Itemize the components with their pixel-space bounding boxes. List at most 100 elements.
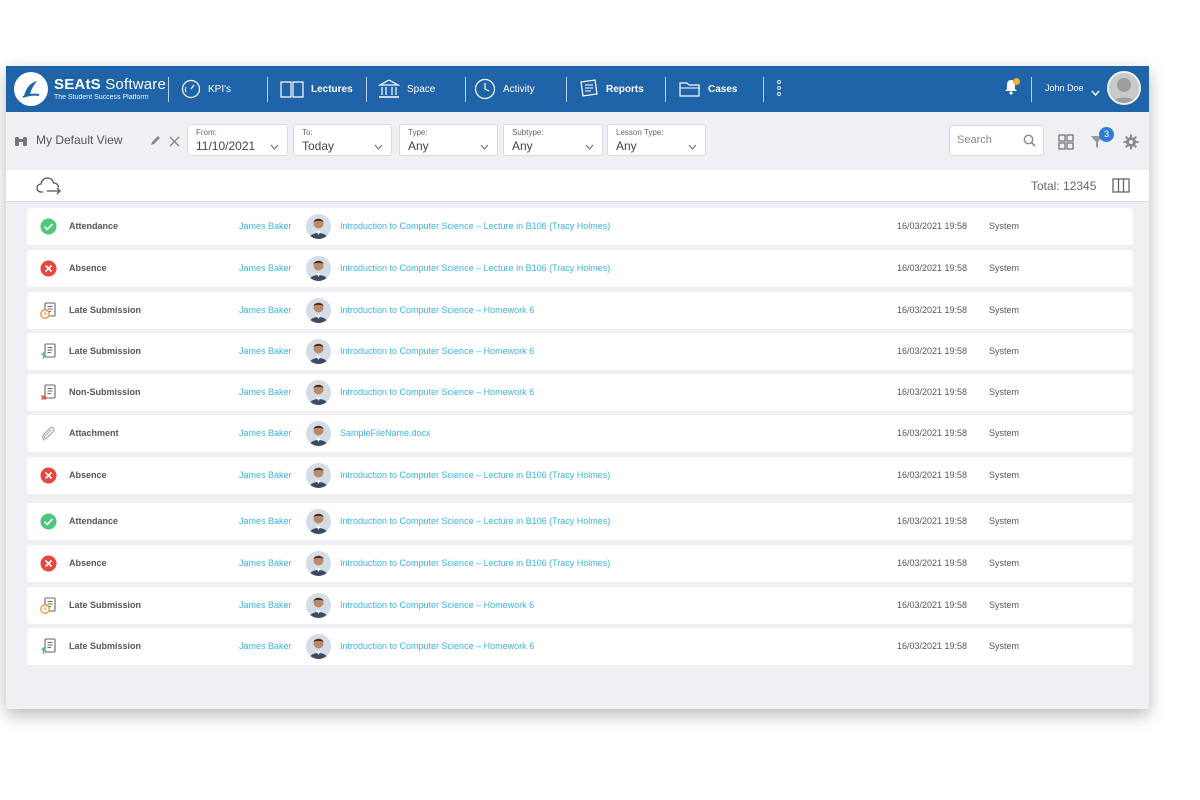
student-avatar[interactable] xyxy=(306,463,331,488)
activity-row[interactable]: Absence James Baker Introduction to Comp… xyxy=(27,545,1133,582)
subtype-select[interactable]: Subtype: Any xyxy=(503,124,603,156)
notification-dot xyxy=(1013,78,1020,85)
user-name[interactable]: John Doe xyxy=(1045,83,1084,93)
student-avatar[interactable] xyxy=(306,214,331,239)
activity-datetime: 16/03/2021 19:58 xyxy=(897,558,968,568)
activity-row[interactable]: Attendance James Baker Introduction to C… xyxy=(27,208,1133,245)
field-value: 11/10/2021 xyxy=(196,139,256,153)
student-link[interactable]: James Baker xyxy=(239,428,292,438)
activity-row[interactable]: Attachment James Baker SampleFileName.do… xyxy=(27,415,1133,452)
activity-type: Late Submission xyxy=(69,346,142,356)
layout-grid-icon[interactable] xyxy=(1058,134,1074,155)
student-avatar[interactable] xyxy=(306,256,331,281)
student-link[interactable]: James Baker xyxy=(239,641,292,651)
chevron-down-icon xyxy=(374,137,383,155)
from-date-field[interactable]: From: 11/10/2021 xyxy=(187,124,288,156)
to-date-field[interactable]: To: Today xyxy=(293,124,392,156)
activity-row[interactable]: Attendance James Baker Introduction to C… xyxy=(27,503,1133,540)
student-link[interactable]: James Baker xyxy=(239,470,292,480)
student-link[interactable]: James Baker xyxy=(239,516,292,526)
activity-description-link[interactable]: Introduction to Computer Science – Homew… xyxy=(340,600,534,610)
nav-label: Lectures xyxy=(311,83,353,95)
late-submission-upload-icon xyxy=(40,638,57,655)
search-input[interactable] xyxy=(957,134,1019,146)
clock-icon xyxy=(474,78,496,100)
search-icon[interactable] xyxy=(1023,134,1036,152)
binoculars-icon xyxy=(14,134,28,152)
chevron-down-icon xyxy=(688,137,697,155)
field-label: To: xyxy=(302,128,313,137)
chevron-down-icon xyxy=(585,137,594,155)
search-box[interactable] xyxy=(949,125,1044,156)
activity-type: Attachment xyxy=(69,428,119,438)
activity-row[interactable]: Non-Submission James Baker Introduction … xyxy=(27,374,1133,411)
activity-source: System xyxy=(989,428,1020,438)
activity-row[interactable]: Late Submission James Baker Introduction… xyxy=(27,333,1133,370)
folder-icon xyxy=(679,80,701,98)
chevron-down-icon xyxy=(480,137,489,155)
student-link[interactable]: James Baker xyxy=(239,600,292,610)
view-name[interactable]: My Default View xyxy=(36,133,122,147)
lesson-type-select[interactable]: Lesson Type: Any xyxy=(607,124,706,156)
nav-item-space[interactable]: Space xyxy=(378,66,435,112)
activity-row[interactable]: Late Submission James Baker Introduction… xyxy=(27,587,1133,624)
activity-source: System xyxy=(989,470,1020,480)
activity-description-link[interactable]: Introduction to Computer Science – Lectu… xyxy=(340,221,610,231)
activity-description-link[interactable]: Introduction to Computer Science – Homew… xyxy=(340,346,534,356)
activity-description-link[interactable]: Introduction to Computer Science – Homew… xyxy=(340,641,534,651)
pencil-icon[interactable] xyxy=(149,134,161,152)
chevron-down-icon xyxy=(270,137,279,155)
chevron-down-icon[interactable] xyxy=(1091,84,1100,102)
student-link[interactable]: James Baker xyxy=(239,387,292,397)
activity-type: Attendance xyxy=(69,516,119,526)
student-avatar[interactable] xyxy=(306,634,331,659)
student-link[interactable]: James Baker xyxy=(239,305,292,315)
gear-icon[interactable] xyxy=(1123,134,1139,155)
filter-bar: My Default View From: 11/10/2021 To: Tod… xyxy=(6,112,1149,170)
activity-source: System xyxy=(989,387,1020,397)
student-link[interactable]: James Baker xyxy=(239,221,292,231)
columns-icon[interactable] xyxy=(1112,178,1130,198)
student-avatar[interactable] xyxy=(306,509,331,534)
more-menu-icon[interactable] xyxy=(776,80,782,100)
type-select[interactable]: Type: Any xyxy=(399,124,498,156)
activity-row[interactable]: Absence James Baker Introduction to Comp… xyxy=(27,457,1133,494)
field-value: Any xyxy=(616,139,637,153)
nav-item-kpis[interactable]: KPI's xyxy=(181,66,231,112)
activity-row[interactable]: Absence James Baker Introduction to Comp… xyxy=(27,250,1133,287)
activity-row[interactable]: Late Submission James Baker Introduction… xyxy=(27,628,1133,665)
activity-description-link[interactable]: Introduction to Computer Science – Homew… xyxy=(340,305,534,315)
close-icon[interactable] xyxy=(169,134,180,152)
nav-item-activity[interactable]: Activity xyxy=(474,66,535,112)
user-avatar[interactable] xyxy=(1107,71,1141,105)
nav-item-reports[interactable]: Reports xyxy=(579,66,644,112)
activity-row[interactable]: Late Submission James Baker Introduction… xyxy=(27,292,1133,329)
top-nav: SEAtS Software The Student Success Platf… xyxy=(6,66,1149,112)
activity-description-link[interactable]: Introduction to Computer Science – Lectu… xyxy=(340,470,610,480)
student-link[interactable]: James Baker xyxy=(239,263,292,273)
student-avatar[interactable] xyxy=(306,298,331,323)
cloud-export-icon[interactable] xyxy=(36,176,62,201)
activity-type: Late Submission xyxy=(69,305,142,315)
student-avatar[interactable] xyxy=(306,421,331,446)
activity-description-link[interactable]: Introduction to Computer Science – Homew… xyxy=(340,387,534,397)
nav-item-cases[interactable]: Cases xyxy=(679,66,737,112)
student-link[interactable]: James Baker xyxy=(239,558,292,568)
student-avatar[interactable] xyxy=(306,593,331,618)
activity-description-link[interactable]: Introduction to Computer Science – Lectu… xyxy=(340,263,610,273)
nav-item-lectures[interactable]: Lectures xyxy=(280,66,353,112)
brand-logo[interactable]: SEAtS Software The Student Success Platf… xyxy=(14,71,166,107)
field-label: Type: xyxy=(408,128,428,137)
activity-description-link[interactable]: SampleFileName.docx xyxy=(340,428,431,438)
student-avatar[interactable] xyxy=(306,339,331,364)
field-label: From: xyxy=(196,128,217,137)
activity-source: System xyxy=(989,558,1020,568)
activity-datetime: 16/03/2021 19:58 xyxy=(897,600,968,610)
student-link[interactable]: James Baker xyxy=(239,346,292,356)
activity-datetime: 16/03/2021 19:58 xyxy=(897,470,968,480)
activity-list: Attendance James Baker Introduction to C… xyxy=(6,202,1149,709)
student-avatar[interactable] xyxy=(306,380,331,405)
activity-description-link[interactable]: Introduction to Computer Science – Lectu… xyxy=(340,558,610,568)
student-avatar[interactable] xyxy=(306,551,331,576)
activity-description-link[interactable]: Introduction to Computer Science – Lectu… xyxy=(340,516,610,526)
